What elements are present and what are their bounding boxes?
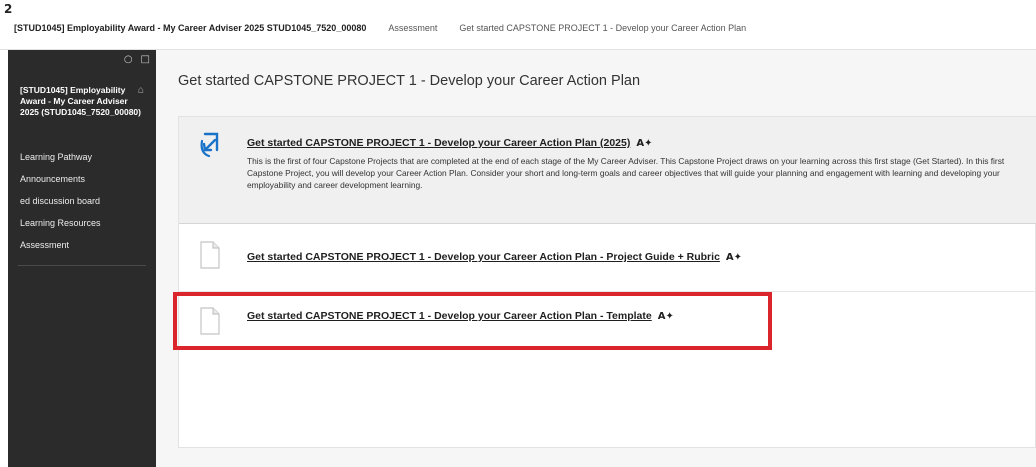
breadcrumb: [STUD1045] Employability Award - My Care… — [14, 20, 746, 36]
corner-mark: 2 — [4, 2, 13, 16]
sidebar-tools: ○ □ — [124, 54, 150, 65]
sidebar-item-learning-resources[interactable]: Learning Resources — [20, 218, 150, 240]
sidebar-item-learning-pathway[interactable]: Learning Pathway — [20, 152, 150, 174]
item-description: This is the first of four Capstone Proje… — [247, 156, 1005, 190]
document-icon — [199, 307, 221, 335]
course-menu-sidebar: ○ □ [STUD1045] Employability Award - My … — [8, 50, 156, 467]
page: 2 [STUD1045] Employability Award - My Ca… — [0, 0, 1036, 467]
item-title[interactable]: Get started CAPSTONE PROJECT 1 - Develop… — [247, 137, 630, 149]
item-link[interactable]: Get started CAPSTONE PROJECT 1 - Develop… — [247, 137, 652, 149]
external-link-icon — [199, 131, 221, 159]
sidebar-item-announcements[interactable]: Announcements — [20, 174, 150, 196]
page-title: Get started CAPSTONE PROJECT 1 - Develop… — [178, 73, 641, 89]
sidebar-item-assessment[interactable]: Assessment — [20, 240, 150, 262]
document-icon — [199, 241, 221, 269]
course-title[interactable]: [STUD1045] Employability Award - My Care… — [20, 85, 146, 118]
breadcrumb-current: Get started CAPSTONE PROJECT 1 - Develop… — [459, 23, 747, 33]
list-item: Get started CAPSTONE PROJECT 1 - Develop… — [179, 117, 1036, 224]
content-list: Get started CAPSTONE PROJECT 1 - Develop… — [178, 116, 1036, 448]
item-link[interactable]: Get started CAPSTONE PROJECT 1 - Develop… — [247, 310, 674, 322]
course-header: [STUD1045] Employability Award - My Care… — [20, 85, 146, 118]
refresh-icon[interactable]: ○ — [124, 54, 133, 65]
top-bar: 2 [STUD1045] Employability Award - My Ca… — [0, 0, 1036, 50]
home-icon[interactable]: ⌂ — [138, 85, 144, 96]
item-title[interactable]: Get started CAPSTONE PROJECT 1 - Develop… — [247, 310, 652, 322]
item-link[interactable]: Get started CAPSTONE PROJECT 1 - Develop… — [247, 251, 742, 263]
breadcrumb-section[interactable]: Assessment — [388, 23, 437, 33]
folder-icon[interactable]: □ — [141, 54, 150, 65]
main-content: Get started CAPSTONE PROJECT 1 - Develop… — [156, 50, 1036, 467]
options-menu-icon[interactable]: A✦ — [658, 311, 674, 322]
sidebar-item-ed-discussion-board[interactable]: ed discussion board — [20, 196, 150, 218]
options-menu-icon[interactable]: A✦ — [726, 252, 742, 263]
breadcrumb-course[interactable]: [STUD1045] Employability Award - My Care… — [14, 23, 366, 33]
list-item: Get started CAPSTONE PROJECT 1 - Develop… — [179, 292, 1036, 360]
course-nav: Learning Pathway Announcements ed discus… — [20, 152, 150, 262]
list-item: Get started CAPSTONE PROJECT 1 - Develop… — [179, 224, 1036, 292]
sidebar-divider — [18, 265, 146, 266]
item-title[interactable]: Get started CAPSTONE PROJECT 1 - Develop… — [247, 251, 720, 263]
options-menu-icon[interactable]: A✦ — [636, 138, 652, 149]
